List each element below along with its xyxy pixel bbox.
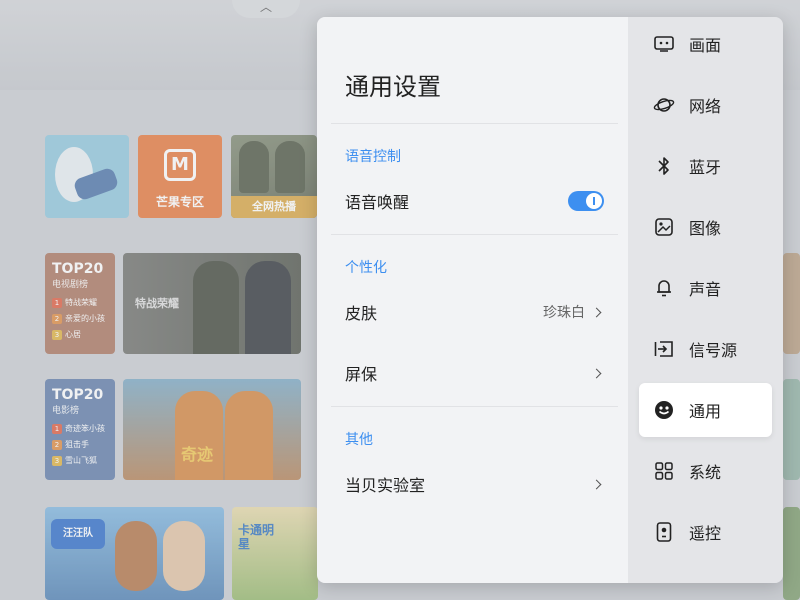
- row-label: 屏保: [345, 365, 378, 384]
- sidebar-item-label: 声音: [689, 280, 722, 299]
- divider: [331, 406, 618, 407]
- settings-panel: 通用设置 语音控制 语音唤醒 个性化 皮肤 珍珠白 屏保 其他 当贝实验室 画面…: [317, 17, 783, 583]
- sidebar-item-sound[interactable]: 声音: [639, 261, 772, 315]
- section-label-voice: 语音控制: [345, 149, 401, 165]
- bluetooth-icon: [653, 155, 675, 177]
- sidebar-item-label: 信号源: [689, 341, 738, 360]
- chevron-right-icon: [591, 307, 602, 317]
- signal-source-icon: [653, 338, 675, 360]
- chevron-right-icon: [591, 368, 602, 378]
- sidebar-item-label: 系统: [689, 463, 722, 482]
- sidebar-item-label: 蓝牙: [689, 158, 722, 177]
- sidebar-item-label: 图像: [689, 219, 722, 238]
- lab-row[interactable]: 当贝实验室: [331, 464, 618, 504]
- sidebar-item-remote[interactable]: 遥控: [639, 505, 772, 559]
- bell-sound-icon: [653, 277, 675, 299]
- chevron-right-icon: [591, 479, 602, 489]
- sidebar-item-network[interactable]: 网络: [639, 78, 772, 132]
- sidebar-item-system[interactable]: 系统: [639, 444, 772, 498]
- sidebar-item-bluetooth[interactable]: 蓝牙: [639, 139, 772, 193]
- section-label-personalize: 个性化: [345, 260, 387, 276]
- general-settings-pane: 通用设置 语音控制 语音唤醒 个性化 皮肤 珍珠白 屏保 其他 当贝实验室: [317, 17, 628, 583]
- grid-system-icon: [653, 460, 675, 482]
- smiley-icon: [653, 399, 675, 421]
- settings-sidebar: 画面 网络 蓝牙 图像 声音 信号源 通用 系统 遥控: [628, 17, 783, 583]
- sidebar-item-label: 通用: [689, 402, 722, 421]
- voice-wake-toggle[interactable]: [568, 191, 604, 211]
- divider: [331, 234, 618, 235]
- sidebar-item-label: 遥控: [689, 524, 722, 543]
- sidebar-item-general[interactable]: 通用: [639, 383, 772, 437]
- screensaver-row[interactable]: 屏保: [331, 353, 618, 393]
- sidebar-item-picture[interactable]: 画面: [639, 17, 772, 71]
- sidebar-item-source[interactable]: 信号源: [639, 322, 772, 376]
- voice-wake-row[interactable]: 语音唤醒: [331, 181, 618, 221]
- toggle-knob: [586, 193, 602, 209]
- sidebar-item-label: 网络: [689, 97, 722, 116]
- skin-row[interactable]: 皮肤 珍珠白: [331, 292, 618, 332]
- skin-value: 珍珠白: [543, 305, 585, 321]
- row-label: 语音唤醒: [345, 193, 410, 212]
- divider: [331, 123, 618, 124]
- row-label: 皮肤: [345, 304, 378, 323]
- remote-control-icon: [653, 521, 675, 543]
- page-title: 通用设置: [345, 73, 441, 101]
- sidebar-item-image[interactable]: 图像: [639, 200, 772, 254]
- network-planet-icon: [653, 94, 675, 116]
- section-label-other: 其他: [345, 432, 373, 448]
- sidebar-item-label: 画面: [689, 36, 722, 55]
- row-label: 当贝实验室: [345, 476, 426, 495]
- image-icon: [653, 216, 675, 238]
- picture-mode-icon: [653, 33, 675, 55]
